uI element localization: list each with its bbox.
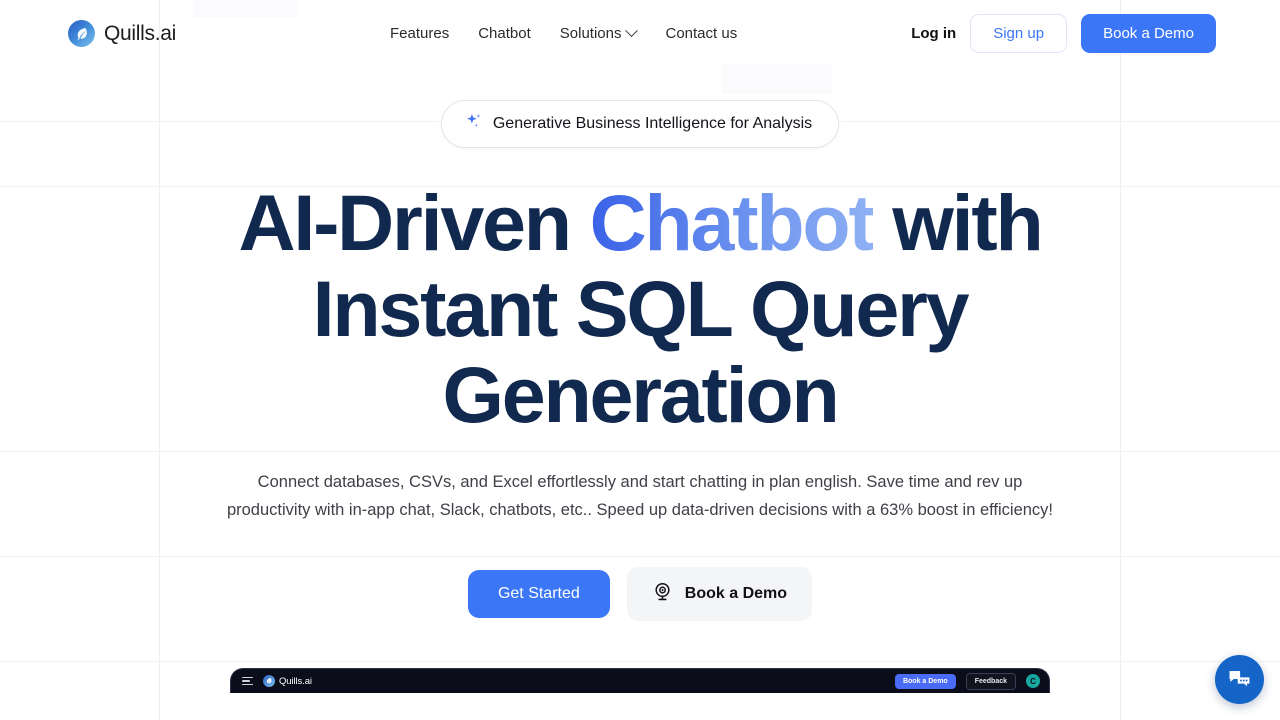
chat-widget-button[interactable] xyxy=(1215,655,1264,704)
hero-badge-text: Generative Business Intelligence for Ana… xyxy=(492,115,813,132)
signup-button[interactable]: Sign up xyxy=(970,14,1068,53)
headline-highlight: Chatbot xyxy=(589,178,875,267)
app-preview-brand[interactable]: Quills.ai xyxy=(263,675,312,687)
nav-label: Chatbot xyxy=(478,25,531,42)
login-link[interactable]: Log in xyxy=(911,25,956,42)
header-book-demo-button[interactable]: Book a Demo xyxy=(1081,14,1216,53)
avatar[interactable]: C xyxy=(1026,674,1040,688)
brand-name: Quills.ai xyxy=(104,21,176,45)
nav-label: Features xyxy=(390,25,450,42)
header-actions: Log in Sign up Book a Demo xyxy=(911,14,1216,53)
page-title: AI-Driven Chatbot with Instant SQL Query… xyxy=(190,180,1090,438)
hero-subheading: Connect databases, CSVs, and Excel effor… xyxy=(226,473,1054,519)
headline-part-before: AI-Driven xyxy=(238,178,590,267)
page-root: Quills.ai Features Chatbot Solutions Con… xyxy=(0,0,1280,693)
get-started-button[interactable]: Get Started xyxy=(467,570,610,618)
brand-logo-link[interactable]: Quills.ai xyxy=(68,20,176,47)
chevron-down-icon xyxy=(625,24,639,38)
app-preview-brand-name: Quills.ai xyxy=(279,675,312,687)
nav-link-chatbot[interactable]: Chatbot xyxy=(478,25,531,42)
webcam-icon xyxy=(652,581,673,607)
app-preview-window: Quills.ai Book a Demo Feedback C xyxy=(230,668,1050,693)
nav-link-features[interactable]: Features xyxy=(390,25,449,42)
site-header: Quills.ai Features Chatbot Solutions Con… xyxy=(0,0,1280,67)
hamburger-menu-icon[interactable] xyxy=(242,677,253,685)
sparkle-icon xyxy=(464,112,483,136)
app-preview-topbar: Quills.ai Book a Demo Feedback C xyxy=(231,669,1049,693)
chat-bubbles-icon xyxy=(1229,671,1250,687)
hero-section: Generative Business Intelligence for Ana… xyxy=(0,67,1280,693)
app-preview-book-demo-button[interactable]: Book a Demo xyxy=(894,673,956,689)
nav-link-contact-us[interactable]: Contact us xyxy=(665,25,737,42)
nav-label: Solutions xyxy=(559,25,622,42)
hero-book-demo-button[interactable]: Book a Demo xyxy=(626,567,813,621)
nav-label: Contact us xyxy=(665,25,738,42)
quill-feather-icon xyxy=(68,20,95,47)
nav-link-solutions[interactable]: Solutions xyxy=(559,24,639,42)
app-preview-feedback-button[interactable]: Feedback xyxy=(965,672,1016,690)
hero-cta-row: Get Started Book a Demo xyxy=(0,567,1280,621)
hero-badge[interactable]: Generative Business Intelligence for Ana… xyxy=(440,100,840,148)
quill-feather-icon xyxy=(263,675,275,687)
primary-navigation: Features Chatbot Solutions Contact us xyxy=(350,24,737,42)
hero-book-demo-label: Book a Demo xyxy=(684,585,788,602)
